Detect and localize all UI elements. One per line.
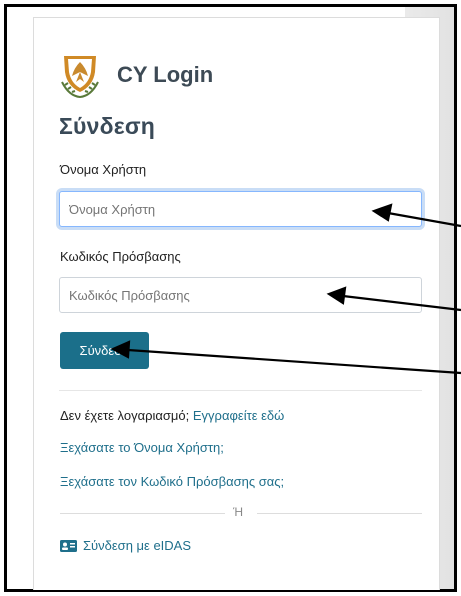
eidas-label: Σύνδεση με eIDAS	[83, 538, 192, 553]
divider	[59, 390, 422, 391]
forgot-password-link[interactable]: Ξεχάσατε τον Κωδικό Πρόσβασης σας;	[60, 474, 284, 489]
or-line-right	[257, 513, 422, 514]
id-card-icon	[60, 539, 77, 552]
register-link[interactable]: Εγγραφείτε εδώ	[193, 408, 284, 423]
username-input[interactable]	[59, 191, 422, 227]
no-account-text: Δεν έχετε λογαριασμό;	[60, 408, 190, 423]
brand-header: CY Login	[59, 52, 213, 98]
password-label: Κωδικός Πρόσβασης	[60, 249, 181, 264]
eidas-login-link[interactable]: Σύνδεση με eIDAS	[60, 538, 191, 553]
forgot-username-link[interactable]: Ξεχάσατε το Όνομα Χρήστη;	[60, 440, 224, 455]
password-input[interactable]	[59, 277, 422, 313]
app-title: CY Login	[117, 62, 214, 87]
page-title: Σύνδεση	[59, 113, 156, 139]
register-line: Δεν έχετε λογαριασμό; Εγγραφείτε εδώ	[60, 408, 284, 423]
login-button[interactable]: Σύνδεση	[60, 332, 149, 369]
cyprus-crest-icon	[61, 56, 99, 98]
or-divider-text: Ή	[233, 505, 244, 519]
or-line-left	[60, 513, 225, 514]
username-label: Όνομα Χρήστη	[60, 162, 147, 177]
